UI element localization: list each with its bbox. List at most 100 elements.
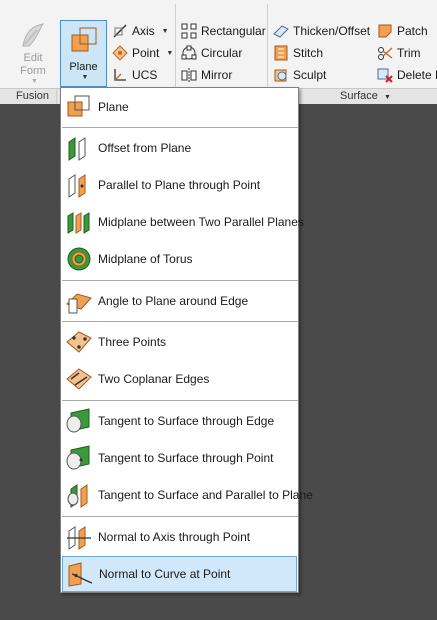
menu-item-two-coplanar-edges[interactable]: Two Coplanar Edges xyxy=(62,361,297,397)
menu-item-midplane-torus[interactable]: Midplane of Torus xyxy=(62,241,297,277)
axis-caret-icon: ▼ xyxy=(161,27,169,35)
menu-item-tangent-surface-parallel[interactable]: Tangent to Surface and Parallel to Plane xyxy=(62,477,313,513)
edit-form-icon xyxy=(17,20,49,52)
circular-pattern-icon xyxy=(181,45,197,61)
menu-item-label: Midplane of Torus xyxy=(98,252,193,266)
edit-form-button[interactable]: Edit Form ▼ xyxy=(10,20,56,86)
menu-item-label: Tangent to Surface and Parallel to Plane xyxy=(98,488,313,502)
ucs-label: UCS xyxy=(132,68,158,82)
circular-pattern-button[interactable]: Circular xyxy=(181,43,242,63)
normal-curve-point-icon xyxy=(66,560,94,588)
trim-button[interactable]: Trim xyxy=(377,43,421,63)
menu-item-label: Two Coplanar Edges xyxy=(98,372,210,386)
parallel-plane-point-icon xyxy=(65,171,93,199)
edit-form-label-2: Form xyxy=(20,65,46,77)
point-button[interactable]: Point ▼ xyxy=(112,43,173,63)
tangent-surface-edge-icon xyxy=(65,407,93,435)
fusion-panel-title: Fusion xyxy=(16,90,50,102)
three-points-icon xyxy=(65,328,93,356)
menu-item-label: Tangent to Surface through Edge xyxy=(98,414,275,428)
axis-label: Axis xyxy=(132,24,155,38)
rectangular-pattern-icon xyxy=(181,23,197,39)
menu-item-plane[interactable]: Plane xyxy=(62,89,297,125)
surface-panel-label: Surface xyxy=(340,90,378,102)
ribbon-body: Edit Form ▼ Plane ▼ Axis ▼ Point ▼ UCS R… xyxy=(0,0,437,88)
tangent-surface-parallel-icon xyxy=(65,481,93,509)
menu-item-label: Midplane between Two Parallel Planes xyxy=(98,215,304,229)
point-label: Point xyxy=(132,46,160,60)
point-caret-icon: ▼ xyxy=(166,49,174,57)
menu-separator xyxy=(62,516,298,517)
thicken-offset-label: Thicken/Offset xyxy=(293,24,371,38)
menu-item-label: Three Points xyxy=(98,335,167,349)
menu-item-normal-curve-point[interactable]: Normal to Curve at Point xyxy=(62,556,297,592)
edit-form-label-1: Edit xyxy=(23,52,43,64)
angle-plane-edge-icon xyxy=(65,287,93,315)
axis-button[interactable]: Axis ▼ xyxy=(112,21,169,41)
trim-label: Trim xyxy=(397,46,421,60)
delete-face-button[interactable]: Delete F xyxy=(377,65,437,85)
menu-item-midplane[interactable]: Midplane between Two Parallel Planes xyxy=(62,204,304,240)
normal-axis-point-icon xyxy=(65,523,93,551)
thicken-offset-button[interactable]: Thicken/Offset xyxy=(273,21,370,41)
mirror-button[interactable]: Mirror xyxy=(181,65,232,85)
rectangular-label: Rectangular xyxy=(201,24,266,38)
menu-item-normal-axis-point[interactable]: Normal to Axis through Point xyxy=(62,519,297,555)
circular-label: Circular xyxy=(201,46,243,60)
menu-item-label: Parallel to Plane through Point xyxy=(98,178,261,192)
plane-dropdown-menu: Plane Offset from Plane Parallel to Plan… xyxy=(60,87,313,593)
plane-icon xyxy=(65,93,93,121)
thicken-offset-icon xyxy=(273,23,289,39)
menu-separator xyxy=(62,127,298,128)
delete-face-label: Delete F xyxy=(397,68,437,82)
patch-button[interactable]: Patch xyxy=(377,21,428,41)
menu-item-label: Normal to Axis through Point xyxy=(98,530,251,544)
menu-separator xyxy=(62,321,298,322)
stitch-button[interactable]: Stitch xyxy=(273,43,323,63)
ucs-button[interactable]: UCS xyxy=(112,65,157,85)
offset-plane-icon xyxy=(65,134,93,162)
tangent-surface-point-icon xyxy=(65,444,93,472)
surface-caret-icon: ▼ xyxy=(383,94,391,101)
plane-button-label: Plane xyxy=(69,61,98,73)
mirror-icon xyxy=(181,67,197,83)
sculpt-icon xyxy=(273,67,289,83)
menu-item-angle-plane-edge[interactable]: Angle to Plane around Edge xyxy=(62,283,297,319)
point-icon xyxy=(112,45,128,61)
plane-icon xyxy=(68,25,100,57)
edit-form-caret-icon: ▼ xyxy=(31,78,38,85)
plane-button[interactable]: Plane ▼ xyxy=(60,20,107,87)
menu-item-parallel-plane-point[interactable]: Parallel to Plane through Point xyxy=(62,167,297,203)
menu-item-label: Offset from Plane xyxy=(98,141,192,155)
trim-icon xyxy=(377,45,393,61)
two-coplanar-edges-icon xyxy=(65,365,93,393)
midplane-torus-icon xyxy=(65,245,93,273)
menu-item-offset-from-plane[interactable]: Offset from Plane xyxy=(62,130,297,166)
menu-item-tangent-surface-point[interactable]: Tangent to Surface through Point xyxy=(62,440,297,476)
menu-item-label: Tangent to Surface through Point xyxy=(98,451,274,465)
menu-item-three-points[interactable]: Three Points xyxy=(62,324,297,360)
menu-item-tangent-surface-edge[interactable]: Tangent to Surface through Edge xyxy=(62,403,297,439)
menu-item-label: Angle to Plane around Edge xyxy=(98,294,249,308)
panel-divider xyxy=(267,4,268,88)
sculpt-button[interactable]: Sculpt xyxy=(273,65,326,85)
patch-icon xyxy=(377,23,393,39)
surface-panel-title[interactable]: Surface ▼ xyxy=(340,90,391,102)
sculpt-label: Sculpt xyxy=(293,68,327,82)
axis-icon xyxy=(112,23,128,39)
delete-face-icon xyxy=(377,67,393,83)
menu-item-label: Plane xyxy=(98,100,129,114)
midplane-icon xyxy=(65,208,93,236)
menu-item-label: Normal to Curve at Point xyxy=(99,567,231,581)
menu-separator xyxy=(62,400,298,401)
mirror-label: Mirror xyxy=(201,68,233,82)
rectangular-pattern-button[interactable]: Rectangular xyxy=(181,21,266,41)
menu-separator xyxy=(62,280,298,281)
stitch-label: Stitch xyxy=(293,46,324,60)
panel-divider xyxy=(56,89,57,104)
patch-label: Patch xyxy=(397,24,428,38)
plane-caret-icon: ▼ xyxy=(81,74,89,81)
stitch-icon xyxy=(273,45,289,61)
panel-divider xyxy=(175,4,176,88)
ucs-icon xyxy=(112,67,128,83)
